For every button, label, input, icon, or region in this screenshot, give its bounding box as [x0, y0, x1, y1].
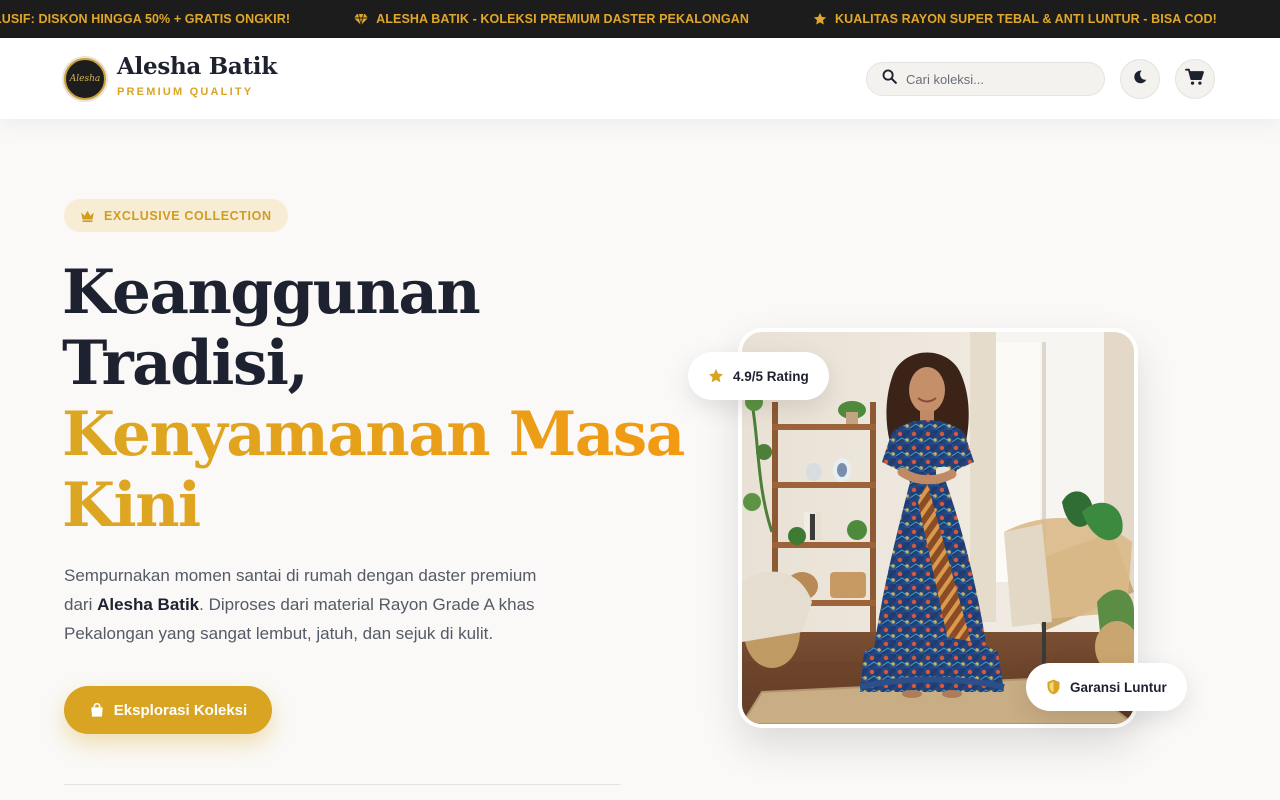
explore-collection-button[interactable]: Eksplorasi Koleksi	[64, 686, 272, 734]
theme-toggle-button[interactable]	[1120, 59, 1160, 99]
ticker-track: LUSIF: DISKON HINGGA 50% + GRATIS ONGKIR…	[0, 0, 1280, 38]
star-icon	[813, 12, 827, 26]
guarantee-label: Garansi Luntur	[1070, 679, 1167, 695]
desc-brand: Alesha Batik	[97, 595, 200, 614]
ticker-item-2: ALESHA BATIK - KOLEKSI PREMIUM DASTER PE…	[354, 12, 749, 26]
hero-headline: Keanggunan Tradisi, Kenyamanan Masa Kini	[62, 257, 685, 541]
search-icon	[881, 68, 898, 90]
shield-icon	[1047, 679, 1060, 695]
rating-label: 4.9/5 Rating	[733, 368, 809, 384]
headline-line-4: Kini	[62, 470, 684, 541]
headline-line-2: Tradisi,	[62, 328, 309, 399]
rating-pill: 4.9/5 Rating	[688, 352, 829, 400]
cart-button[interactable]	[1175, 59, 1215, 99]
ticker-text-2: ALESHA BATIK - KOLEKSI PREMIUM DASTER PE…	[376, 12, 750, 26]
headline-line-1: Keanggunan	[62, 257, 481, 328]
star-icon	[709, 369, 723, 383]
diamond-icon	[354, 12, 369, 26]
hero-description: Sempurnakan momen santai di rumah dengan…	[64, 561, 564, 648]
exclusive-collection-badge: EXCLUSIVE COLLECTION	[64, 199, 288, 232]
promo-ticker: LUSIF: DISKON HINGGA 50% + GRATIS ONGKIR…	[0, 0, 1280, 38]
site-header: Alesha Alesha Batik PREMIUM QUALITY	[0, 38, 1280, 119]
badge-label: EXCLUSIVE COLLECTION	[104, 208, 272, 223]
search-input[interactable]	[906, 71, 1086, 87]
headline-line-3: Kenyamanan Masa	[62, 399, 685, 470]
brand-tagline: PREMIUM QUALITY	[117, 86, 254, 98]
brand-logo[interactable]: Alesha	[64, 58, 106, 100]
search-bar[interactable]	[866, 62, 1105, 96]
ticker-text-3: KUALITAS RAYON SUPER TEBAL & ANTI LUNTUR…	[835, 12, 1217, 26]
ticker-text-1: LUSIF: DISKON HINGGA 50% + GRATIS ONGKIR…	[0, 12, 291, 26]
shopping-bag-icon	[91, 702, 103, 717]
cta-label: Eksplorasi Koleksi	[113, 701, 248, 719]
brand-name[interactable]: Alesha Batik	[117, 53, 277, 80]
brand-logo-text: Alesha	[69, 74, 101, 84]
cart-icon	[1185, 68, 1205, 91]
guarantee-pill: Garansi Luntur	[1026, 663, 1187, 711]
ticker-item-1: LUSIF: DISKON HINGGA 50% + GRATIS ONGKIR…	[0, 12, 290, 26]
ticker-item-3: KUALITAS RAYON SUPER TEBAL & ANTI LUNTUR…	[813, 12, 1217, 26]
moon-icon	[1132, 69, 1148, 90]
crown-icon	[81, 210, 94, 222]
section-divider	[64, 784, 620, 785]
